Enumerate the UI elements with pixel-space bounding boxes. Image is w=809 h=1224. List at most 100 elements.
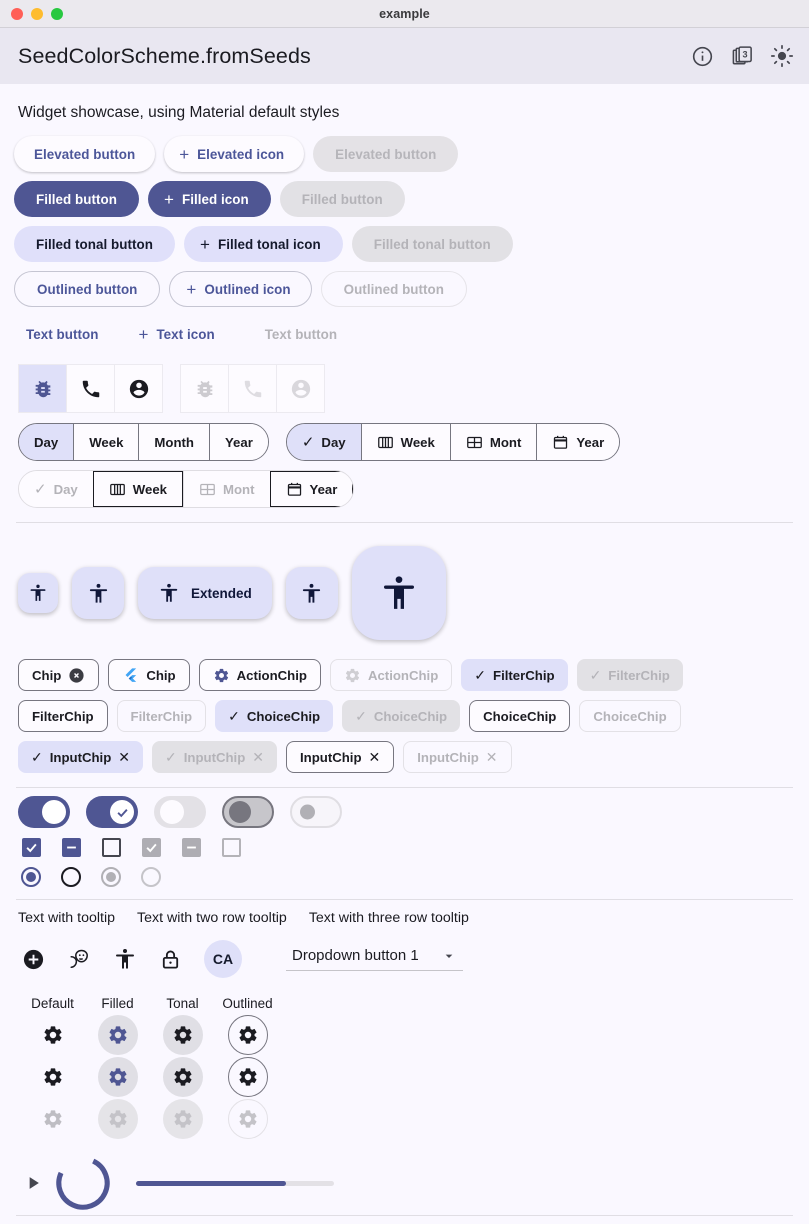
filter-chip[interactable]: FilterChip (18, 700, 108, 732)
chip-avatar[interactable]: Chip (108, 659, 190, 691)
fab-large[interactable] (351, 546, 446, 640)
fab-extended[interactable]: Extended (138, 567, 272, 619)
segment-week[interactable]: Week (73, 424, 139, 460)
segment-day-icon[interactable]: ✓ Day (286, 424, 361, 460)
text-with-three-row-tooltip[interactable]: Text with three row tooltip (309, 910, 469, 926)
phone-toggle-button[interactable] (66, 364, 115, 413)
icon-button-outlined[interactable] (227, 1015, 268, 1055)
phone-icon (244, 380, 261, 397)
input-chip[interactable]: InputChip ✕ (286, 741, 395, 773)
action-chip[interactable]: ActionChip (198, 659, 321, 691)
icon-button-outlined-toggled[interactable] (227, 1057, 268, 1097)
calendar-today-icon (554, 435, 568, 449)
chip-label: FilterChip (493, 667, 555, 683)
chip-label: InputChip (183, 749, 246, 765)
filled-tonal-button[interactable]: Filled tonal button (14, 226, 175, 262)
minus-icon (67, 846, 76, 849)
fab-standard-2[interactable] (285, 567, 338, 619)
filled-tonal-icon-button[interactable]: + Filled tonal icon (183, 226, 343, 262)
fab-small[interactable] (18, 573, 58, 613)
chip-label: ChoiceChip (246, 708, 321, 724)
text-with-tooltip[interactable]: Text with tooltip (18, 910, 115, 926)
grid-cell (20, 1099, 85, 1139)
choice-chip-selected[interactable]: ✓ ChoiceChip (215, 700, 334, 732)
segment-year-icon[interactable]: Year (536, 424, 620, 460)
icon-button-tonal-toggled[interactable] (162, 1057, 203, 1097)
settings-icon (345, 668, 360, 682)
icon-button-default[interactable] (33, 1015, 73, 1055)
info-icon[interactable] (689, 43, 715, 69)
radio-row (14, 867, 795, 887)
accessibility-icon[interactable] (113, 947, 137, 971)
switch-on[interactable] (18, 796, 70, 828)
filter-chip-selected[interactable]: ✓ FilterChip (461, 659, 568, 691)
check-icon: ✓ (165, 748, 177, 765)
input-chip-selected[interactable]: ✓ InputChip ✕ (18, 741, 143, 773)
radio-unselected[interactable] (61, 867, 81, 887)
checkbox-unchecked[interactable] (102, 838, 121, 857)
text-icon-button[interactable]: + Text icon (126, 316, 226, 352)
close-icon[interactable]: ✕ (118, 749, 130, 766)
icon-button-row-toggled (20, 1057, 795, 1097)
input-chip-disabled: ✓ InputChip ✕ (152, 741, 277, 773)
theater-comedy-icon[interactable] (67, 947, 91, 971)
grid-cell (215, 1057, 280, 1097)
checkbox-indeterminate[interactable] (62, 838, 81, 857)
radio-selected[interactable] (21, 867, 41, 887)
outlined-button[interactable]: Outlined button (14, 271, 161, 307)
icon-button-filled[interactable] (97, 1015, 138, 1055)
divider-after-segmented (16, 522, 793, 523)
checkbox-checked[interactable] (22, 838, 41, 857)
segment-year[interactable]: Year (208, 424, 268, 460)
outlined-icon-button[interactable]: + Outlined icon (169, 271, 312, 307)
outlined-button-disabled: Outlined button (320, 271, 468, 307)
bug-toggle-button[interactable] (18, 364, 67, 413)
accessibility-icon (30, 584, 46, 601)
chip-deletable[interactable]: Chip (18, 659, 100, 691)
segment-month[interactable]: Month (138, 424, 209, 460)
segmented-button-with-icons: ✓ Day Week Mont Year (285, 423, 621, 461)
segment-day[interactable]: Day (19, 424, 74, 460)
phone-icon (82, 380, 99, 397)
filled-button-disabled: Filled button (279, 181, 405, 217)
grid-cell (85, 1057, 150, 1097)
switch-off[interactable] (154, 796, 206, 828)
switch-on-checked[interactable] (86, 796, 138, 828)
elevated-button[interactable]: Elevated button (14, 136, 156, 172)
play-arrow-icon[interactable] (18, 1173, 48, 1193)
segment-month-icon[interactable]: Mont (449, 424, 537, 460)
text-button[interactable]: Text button (14, 316, 110, 352)
lock-icon[interactable] (159, 948, 182, 971)
settings-icon (44, 1026, 61, 1044)
dropdown-button[interactable]: Dropdown button 1 (286, 947, 463, 971)
accessibility-icon (383, 576, 414, 609)
filled-icon-button[interactable]: + Filled icon (147, 181, 271, 217)
segment-label: Mont (223, 481, 255, 497)
svg-text:3: 3 (742, 49, 747, 59)
add-icon: + (179, 144, 190, 164)
text-with-two-row-tooltip[interactable]: Text with two row tooltip (137, 910, 287, 926)
app-window: example SeedColorScheme.fromSeeds 3 Widg… (0, 0, 809, 1224)
choice-chip[interactable]: ChoiceChip (469, 700, 571, 732)
fab-standard[interactable] (72, 567, 124, 619)
icon-button-filled-toggled[interactable] (97, 1057, 138, 1097)
icon-button-default-disabled (33, 1099, 73, 1139)
account-circle-toggle-button[interactable] (114, 364, 163, 413)
icon-button-default-toggled[interactable] (33, 1057, 73, 1097)
add-circle-icon[interactable] (22, 948, 45, 971)
filled-button[interactable]: Filled button (14, 181, 139, 217)
switch-thumb (42, 800, 66, 824)
icon-button-grid: Default Filled Tonal Outlined (20, 996, 795, 1139)
avatar[interactable]: CA (204, 940, 242, 978)
switch-disabled-off (290, 796, 342, 828)
flutter-logo-icon (125, 667, 137, 682)
switch-row (14, 796, 795, 828)
icon-button-tonal[interactable] (162, 1015, 203, 1055)
copy-all-icon[interactable]: 3 (729, 43, 755, 69)
elevated-icon-button[interactable]: + Elevated icon (164, 136, 305, 172)
close-icon[interactable]: ✕ (369, 749, 381, 766)
tooltip-text-row: Text with tooltip Text with two row tool… (14, 910, 795, 926)
segment-week-icon[interactable]: Week (360, 424, 450, 460)
brightness-icon[interactable] (769, 43, 795, 69)
phone-toggle-button-disabled (228, 364, 277, 413)
